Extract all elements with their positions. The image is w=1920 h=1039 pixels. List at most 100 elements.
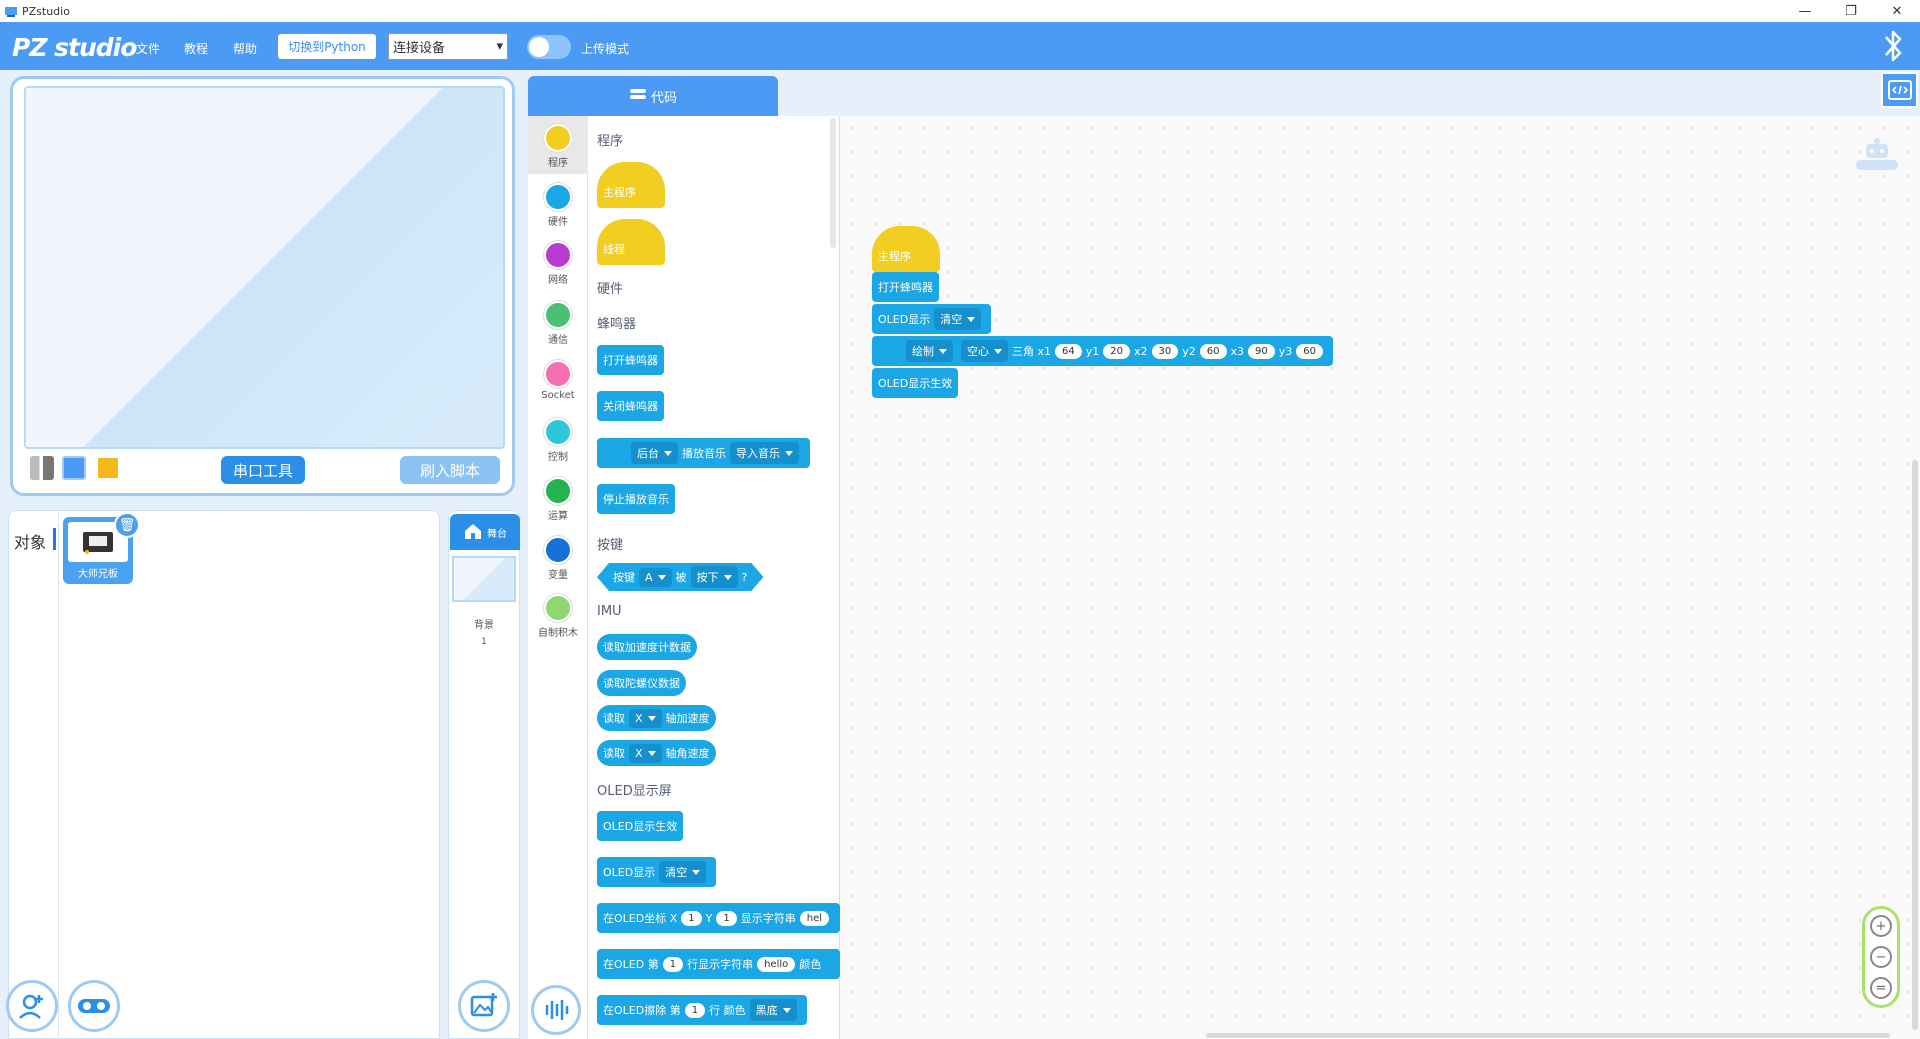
upload-mode-toggle[interactable] [527,35,571,59]
block-buzzer-off[interactable]: 关闭蜂鸣器 [597,391,664,421]
block-read-accelerometer[interactable]: 读取加速度计数据 [597,634,697,660]
zoom-reset-icon[interactable]: = [1870,977,1892,999]
sound-wave-button[interactable] [531,985,581,1035]
x-input[interactable]: 1 [681,910,702,926]
block-oled-apply[interactable]: OLED显示生效 [597,811,684,841]
ws-block-oled-show[interactable]: OLED显示 清空 [872,304,992,334]
block-oled-show[interactable]: OLED显示 清空 [597,857,717,887]
ws-block-buzzer-on[interactable]: 打开蜂鸣器 [872,272,939,302]
y3-input[interactable]: 60 [1296,343,1323,359]
import-music-dropdown[interactable]: 导入音乐 [730,442,799,464]
socket-icon [544,360,572,388]
small-stage-icon[interactable] [30,456,54,480]
y1-input[interactable]: 20 [1103,343,1130,359]
category-variable[interactable]: 变量 [528,536,588,581]
block-play-music[interactable]: 后台 播放音乐 导入音乐 [597,438,810,468]
code-view-icon[interactable] [1881,72,1918,108]
variable-icon [544,536,572,564]
draw-dropdown[interactable]: 绘制 [906,340,953,362]
fullscreen-icon[interactable] [96,456,120,480]
zoom-out-icon[interactable]: − [1870,946,1892,968]
tab-code[interactable]: 代码 [528,76,778,116]
block-read-axis-acc[interactable]: 读取 X 轴加速度 [597,705,716,731]
clear-dropdown[interactable]: 清空 [934,308,982,330]
program-icon [544,124,572,152]
category-communication[interactable]: 通信 [528,301,588,346]
menu-file[interactable]: 文件 [136,40,160,57]
zoom-in-icon[interactable]: + [1870,915,1892,937]
connect-device-select[interactable]: 连接设备 ▾ [388,33,508,60]
workspace-hscrollbar[interactable] [1206,1033,1890,1038]
add-sprite-button[interactable] [6,980,58,1032]
custom-block-icon [544,594,572,622]
block-read-axis-ang[interactable]: 读取 X 轴角速度 [597,740,716,766]
category-control[interactable]: 控制 [528,418,588,463]
key-dropdown[interactable]: A [639,568,672,587]
axis-dropdown[interactable]: X [629,743,662,763]
workspace-vscrollbar[interactable] [1912,460,1918,1030]
code-workspace[interactable] [840,116,1920,1039]
x3-input[interactable]: 90 [1248,343,1275,359]
clear-dropdown[interactable]: 清空 [659,861,707,883]
block-read-gyroscope[interactable]: 读取陀螺仪数据 [597,670,686,696]
delete-sprite-icon[interactable]: 🗑 [114,512,140,538]
ws-block-draw-triangle[interactable]: 绘制 空心 三角 x1 64 y1 20 x2 30 y2 60 x3 90 y… [872,336,1333,366]
serial-tool-button[interactable]: 串口工具 [221,456,305,484]
control-icon [544,418,572,446]
bluetooth-icon[interactable] [1878,26,1908,66]
oled-coord-label: 在OLED坐标 X [603,912,678,925]
code-icon [629,87,647,105]
fill-dropdown[interactable]: 空心 [961,340,1008,362]
play-music-label: 播放音乐 [682,447,726,460]
block-oled-coord-string[interactable]: 在OLED坐标 X 1 Y 1 显示字符串 hel [597,903,840,933]
menu-help[interactable]: 帮助 [233,40,257,57]
axis-acc-label: 轴加速度 [665,712,710,725]
block-stop-music[interactable]: 停止播放音乐 [597,484,675,514]
device-link-button[interactable] [68,980,120,1032]
minimize-button[interactable]: — [1782,0,1828,22]
ws-block-main-program[interactable]: 主程序 [872,226,940,272]
stage-button[interactable]: 舞台 [450,514,520,550]
x1-input[interactable]: 64 [1055,343,1082,359]
tab-code-label: 代码 [650,90,677,106]
block-thread[interactable]: 线程 [597,219,665,265]
category-custom-block[interactable]: 自制积木 [528,594,588,639]
objects-label: 对象 [14,533,47,552]
key-state-dropdown[interactable]: 按下 [691,566,738,588]
close-button[interactable]: ✕ [1874,0,1920,22]
robot-mascot-icon [1852,136,1902,178]
category-hardware[interactable]: 硬件 [528,183,588,228]
row-input[interactable]: 1 [684,1002,706,1018]
bg-mode-dropdown[interactable]: 后台 [631,442,678,464]
normal-stage-icon[interactable] [62,456,86,480]
block-oled-row-string[interactable]: 在OLED 第 1 行显示字符串 hello 颜色 [597,949,840,979]
flash-script-button[interactable]: 刷入脚本 [400,456,500,484]
y-input[interactable]: 1 [716,910,737,926]
menu-tutorial[interactable]: 教程 [184,40,208,57]
y2-input[interactable]: 60 [1199,343,1227,359]
category-network[interactable]: 网络 [528,241,588,286]
stage-canvas[interactable] [24,86,505,449]
add-backdrop-button[interactable] [458,980,510,1032]
string-input[interactable]: hello [757,956,796,972]
axis-dropdown[interactable]: X [629,708,662,728]
block-oled-clear-row[interactable]: 在OLED擦除 第 1 行 颜色 黑底 [597,995,807,1025]
block-key-pressed[interactable]: 按键 A 被 按下 ? [597,563,763,591]
restore-button[interactable]: ❐ [1828,0,1874,22]
row-input[interactable]: 1 [662,956,684,972]
backdrop-label: 背景 [474,620,494,631]
category-label: Socket [541,390,575,401]
switch-python-button[interactable]: 切换到Python [278,34,376,59]
x2-input[interactable]: 30 [1151,343,1179,359]
ws-block-oled-apply[interactable]: OLED显示生效 [872,368,959,398]
upload-mode-label: 上传模式 [581,42,630,56]
color-dropdown[interactable]: 黑底 [749,999,797,1021]
backdrop-thumbnail[interactable] [452,556,516,602]
category-socket[interactable]: Socket [528,360,588,401]
block-buzzer-on[interactable]: 打开蜂鸣器 [597,345,664,375]
palette-scrollbar[interactable] [830,118,836,248]
string-input[interactable]: hel [799,910,830,926]
block-main-program[interactable]: 主程序 [597,162,665,208]
category-program[interactable]: 程序 [528,124,588,169]
category-operator[interactable]: 运算 [528,477,588,522]
